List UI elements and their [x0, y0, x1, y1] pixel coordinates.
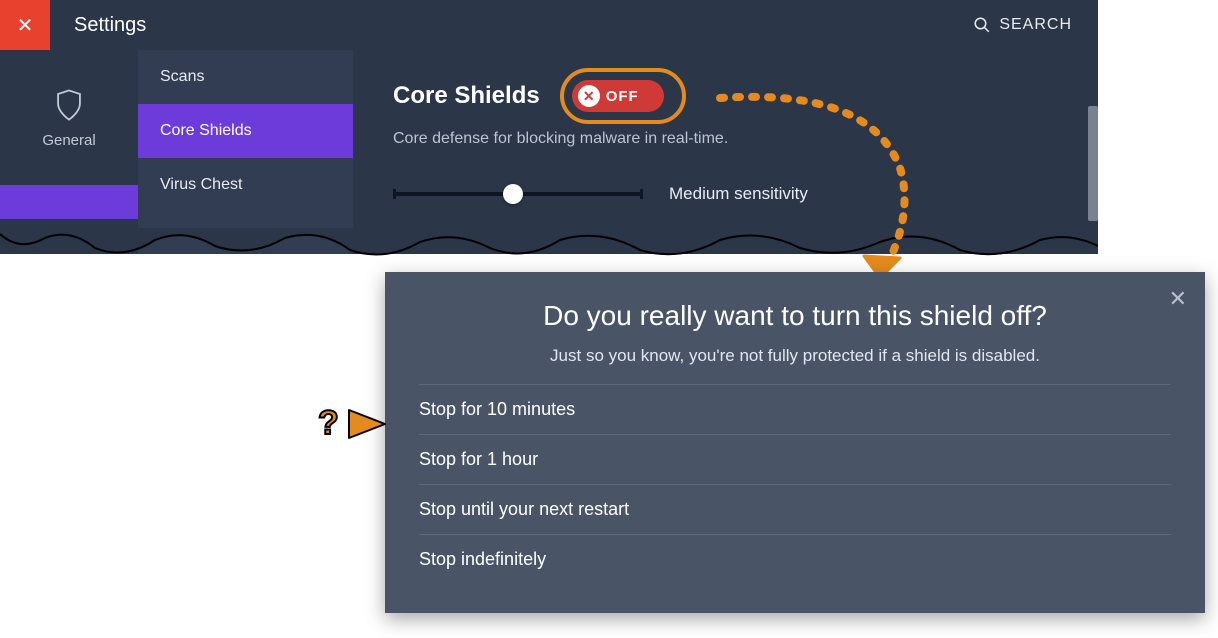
rail-item-label: General	[42, 132, 95, 149]
option-stop-indefinitely[interactable]: Stop indefinitely	[419, 534, 1171, 585]
sensitivity-slider[interactable]	[393, 192, 643, 196]
sidebar-item-label: Virus Chest	[160, 176, 242, 193]
slider-knob[interactable]	[503, 184, 523, 204]
section-title: Core Shields	[393, 82, 540, 110]
dialog-title: Do you really want to turn this shield o…	[419, 300, 1171, 332]
scrollbar[interactable]	[1088, 106, 1098, 221]
option-stop-1-hour[interactable]: Stop for 1 hour	[419, 434, 1171, 484]
option-label: Stop for 1 hour	[419, 449, 538, 469]
sensitivity-row: Medium sensitivity	[393, 184, 1058, 204]
sensitivity-label: Medium sensitivity	[669, 184, 808, 204]
dialog-subtitle: Just so you know, you're not fully prote…	[419, 346, 1171, 366]
main-row: General Scans Core Shields Virus Chest C…	[0, 50, 1098, 254]
sidebar-item-scans[interactable]: Scans	[138, 50, 353, 104]
close-icon: ✕	[17, 13, 34, 38]
confirm-dialog: ✕ Do you really want to turn this shield…	[385, 272, 1205, 613]
settings-window: ✕ Settings SEARCH General	[0, 0, 1098, 254]
toggle-label: OFF	[606, 88, 639, 105]
window-title: Settings	[50, 14, 973, 37]
option-label: Stop until your next restart	[419, 499, 629, 519]
close-button[interactable]: ✕	[0, 0, 50, 50]
option-stop-next-restart[interactable]: Stop until your next restart	[419, 484, 1171, 534]
option-stop-10-minutes[interactable]: Stop for 10 minutes	[419, 384, 1171, 434]
toggle-wrap: ✕ OFF	[572, 80, 664, 112]
triangle-pointer-icon	[345, 406, 389, 442]
shield-icon	[54, 88, 84, 122]
left-rail: General	[0, 50, 138, 254]
search-label: SEARCH	[999, 16, 1072, 34]
sidebar-item-label: Scans	[160, 68, 204, 85]
question-mark-icon: ?	[318, 404, 339, 443]
sub-sidebar: Scans Core Shields Virus Chest	[138, 50, 353, 254]
option-label: Stop for 10 minutes	[419, 399, 575, 419]
content-header: Core Shields ✕ OFF	[393, 80, 1058, 112]
search-icon	[973, 16, 991, 34]
titlebar: ✕ Settings SEARCH	[0, 0, 1098, 50]
close-icon: ✕	[1169, 286, 1187, 311]
core-shields-toggle[interactable]: ✕ OFF	[572, 80, 664, 112]
rail-item-active[interactable]	[0, 185, 138, 219]
sidebar-item-virus-chest[interactable]: Virus Chest	[138, 158, 353, 212]
section-description: Core defense for blocking malware in rea…	[393, 130, 1058, 148]
callout-pointer-annotation: ?	[318, 404, 389, 443]
cancel-icon: ✕	[583, 89, 595, 103]
content-pane: Core Shields ✕ OFF Core defense for bloc…	[353, 50, 1098, 254]
sidebar-item-label: Core Shields	[160, 122, 252, 139]
dialog-options: Stop for 10 minutes Stop for 1 hour Stop…	[419, 384, 1171, 585]
search-button[interactable]: SEARCH	[973, 16, 1098, 34]
toggle-knob: ✕	[578, 85, 600, 107]
rail-item-general[interactable]: General	[0, 74, 138, 167]
sidebar-item-core-shields[interactable]: Core Shields	[138, 104, 353, 158]
option-label: Stop indefinitely	[419, 549, 546, 569]
dialog-close-button[interactable]: ✕	[1169, 286, 1187, 312]
